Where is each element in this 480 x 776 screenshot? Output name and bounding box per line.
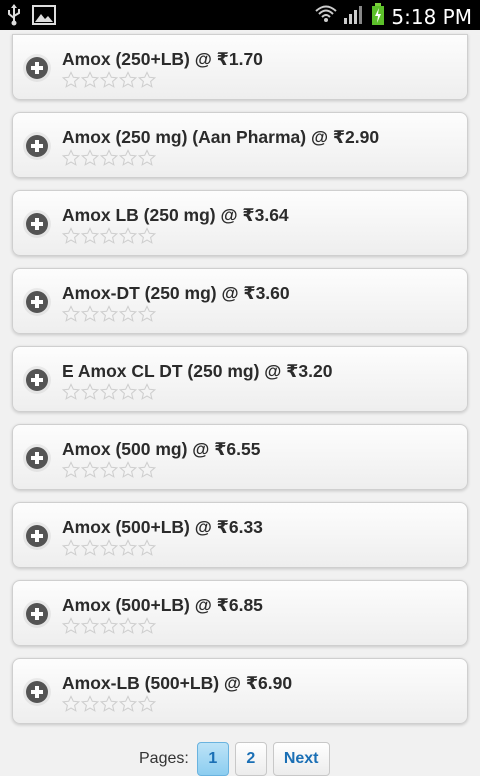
- star-icon[interactable]: [118, 227, 138, 245]
- star-icon[interactable]: [80, 461, 100, 479]
- item-title: Amox (500+LB) @ ₹6.85: [62, 595, 263, 615]
- star-icon[interactable]: [137, 617, 157, 635]
- item-title: Amox (500+LB) @ ₹6.33: [62, 517, 263, 537]
- star-icon[interactable]: [99, 461, 119, 479]
- battery-icon: [371, 3, 385, 30]
- page-button-2[interactable]: 2: [234, 742, 267, 776]
- plus-circle-icon[interactable]: [26, 447, 48, 469]
- rating-stars[interactable]: [61, 695, 157, 713]
- star-icon[interactable]: [80, 305, 100, 323]
- star-icon[interactable]: [137, 695, 157, 713]
- star-icon[interactable]: [137, 539, 157, 557]
- plus-circle-icon[interactable]: [26, 291, 48, 313]
- rating-stars[interactable]: [61, 539, 157, 557]
- star-icon[interactable]: [61, 539, 81, 557]
- star-icon[interactable]: [99, 383, 119, 401]
- star-icon[interactable]: [118, 617, 138, 635]
- plus-circle-icon[interactable]: [26, 681, 48, 703]
- rating-stars[interactable]: [61, 149, 157, 167]
- star-icon[interactable]: [99, 617, 119, 635]
- list-item[interactable]: Amox-LB (500+LB) @ ₹6.90: [12, 658, 468, 724]
- page-button-1[interactable]: 1: [196, 742, 229, 776]
- rating-stars[interactable]: [61, 617, 157, 635]
- item-title: Amox (500 mg) @ ₹6.55: [62, 439, 261, 459]
- pages-label: Pages:: [139, 750, 189, 767]
- star-icon[interactable]: [118, 305, 138, 323]
- list-item[interactable]: Amox (500 mg) @ ₹6.55: [12, 424, 468, 490]
- star-icon[interactable]: [80, 695, 100, 713]
- list-item[interactable]: Amox (500+LB) @ ₹6.33: [12, 502, 468, 568]
- status-bar: 5:18 PM: [0, 0, 480, 30]
- star-icon[interactable]: [118, 71, 138, 89]
- star-icon[interactable]: [137, 383, 157, 401]
- star-icon[interactable]: [61, 461, 81, 479]
- plus-circle-icon[interactable]: [26, 135, 48, 157]
- star-icon[interactable]: [61, 383, 81, 401]
- star-icon[interactable]: [99, 227, 119, 245]
- star-icon[interactable]: [61, 227, 81, 245]
- star-icon[interactable]: [137, 461, 157, 479]
- plus-circle-icon[interactable]: [26, 57, 48, 79]
- list-item[interactable]: E Amox CL DT (250 mg) @ ₹3.20: [12, 346, 468, 412]
- clock: 5:18 PM: [391, 4, 472, 29]
- plus-circle-icon[interactable]: [26, 603, 48, 625]
- star-icon[interactable]: [118, 461, 138, 479]
- signal-icon: [343, 4, 365, 29]
- star-icon[interactable]: [61, 695, 81, 713]
- star-icon[interactable]: [80, 539, 100, 557]
- item-title: E Amox CL DT (250 mg) @ ₹3.20: [62, 361, 333, 381]
- medicine-list: Amox (250+LB) @ ₹1.70 Amox (250 mg) (Aan …: [12, 34, 468, 736]
- star-icon[interactable]: [99, 71, 119, 89]
- star-icon[interactable]: [80, 227, 100, 245]
- rating-stars[interactable]: [61, 383, 157, 401]
- usb-icon: [6, 4, 22, 31]
- rating-stars[interactable]: [61, 305, 157, 323]
- star-icon[interactable]: [118, 383, 138, 401]
- list-item[interactable]: Amox (250+LB) @ ₹1.70: [12, 34, 468, 100]
- item-title: Amox-DT (250 mg) @ ₹3.60: [62, 283, 290, 303]
- plus-circle-icon[interactable]: [26, 525, 48, 547]
- list-item[interactable]: Amox-DT (250 mg) @ ₹3.60: [12, 268, 468, 334]
- star-icon[interactable]: [61, 617, 81, 635]
- list-item[interactable]: Amox (250 mg) (Aan Pharma) @ ₹2.90: [12, 112, 468, 178]
- item-title: Amox-LB (500+LB) @ ₹6.90: [62, 673, 293, 693]
- star-icon[interactable]: [99, 149, 119, 167]
- star-icon[interactable]: [61, 305, 81, 323]
- star-icon[interactable]: [61, 149, 81, 167]
- plus-circle-icon[interactable]: [26, 213, 48, 235]
- list-item[interactable]: Amox (500+LB) @ ₹6.85: [12, 580, 468, 646]
- star-icon[interactable]: [137, 305, 157, 323]
- pagination: Pages: 1 2 Next: [139, 742, 330, 776]
- star-icon[interactable]: [137, 149, 157, 167]
- rating-stars[interactable]: [61, 461, 157, 479]
- wifi-icon: [315, 4, 338, 29]
- next-button[interactable]: Next: [272, 742, 330, 776]
- item-title: Amox LB (250 mg) @ ₹3.64: [62, 205, 289, 225]
- rating-stars[interactable]: [61, 71, 157, 89]
- image-icon: [32, 5, 56, 30]
- rating-stars[interactable]: [61, 227, 157, 245]
- star-icon[interactable]: [80, 617, 100, 635]
- star-icon[interactable]: [137, 71, 157, 89]
- star-icon[interactable]: [80, 383, 100, 401]
- plus-circle-icon[interactable]: [26, 369, 48, 391]
- star-icon[interactable]: [118, 539, 138, 557]
- list-item[interactable]: Amox LB (250 mg) @ ₹3.64: [12, 190, 468, 256]
- star-icon[interactable]: [61, 71, 81, 89]
- item-title: Amox (250 mg) (Aan Pharma) @ ₹2.90: [62, 127, 380, 147]
- star-icon[interactable]: [99, 305, 119, 323]
- star-icon[interactable]: [99, 539, 119, 557]
- item-title: Amox (250+LB) @ ₹1.70: [62, 49, 263, 69]
- star-icon[interactable]: [137, 227, 157, 245]
- star-icon[interactable]: [118, 695, 138, 713]
- star-icon[interactable]: [80, 71, 100, 89]
- star-icon[interactable]: [80, 149, 100, 167]
- star-icon[interactable]: [118, 149, 138, 167]
- star-icon[interactable]: [99, 695, 119, 713]
